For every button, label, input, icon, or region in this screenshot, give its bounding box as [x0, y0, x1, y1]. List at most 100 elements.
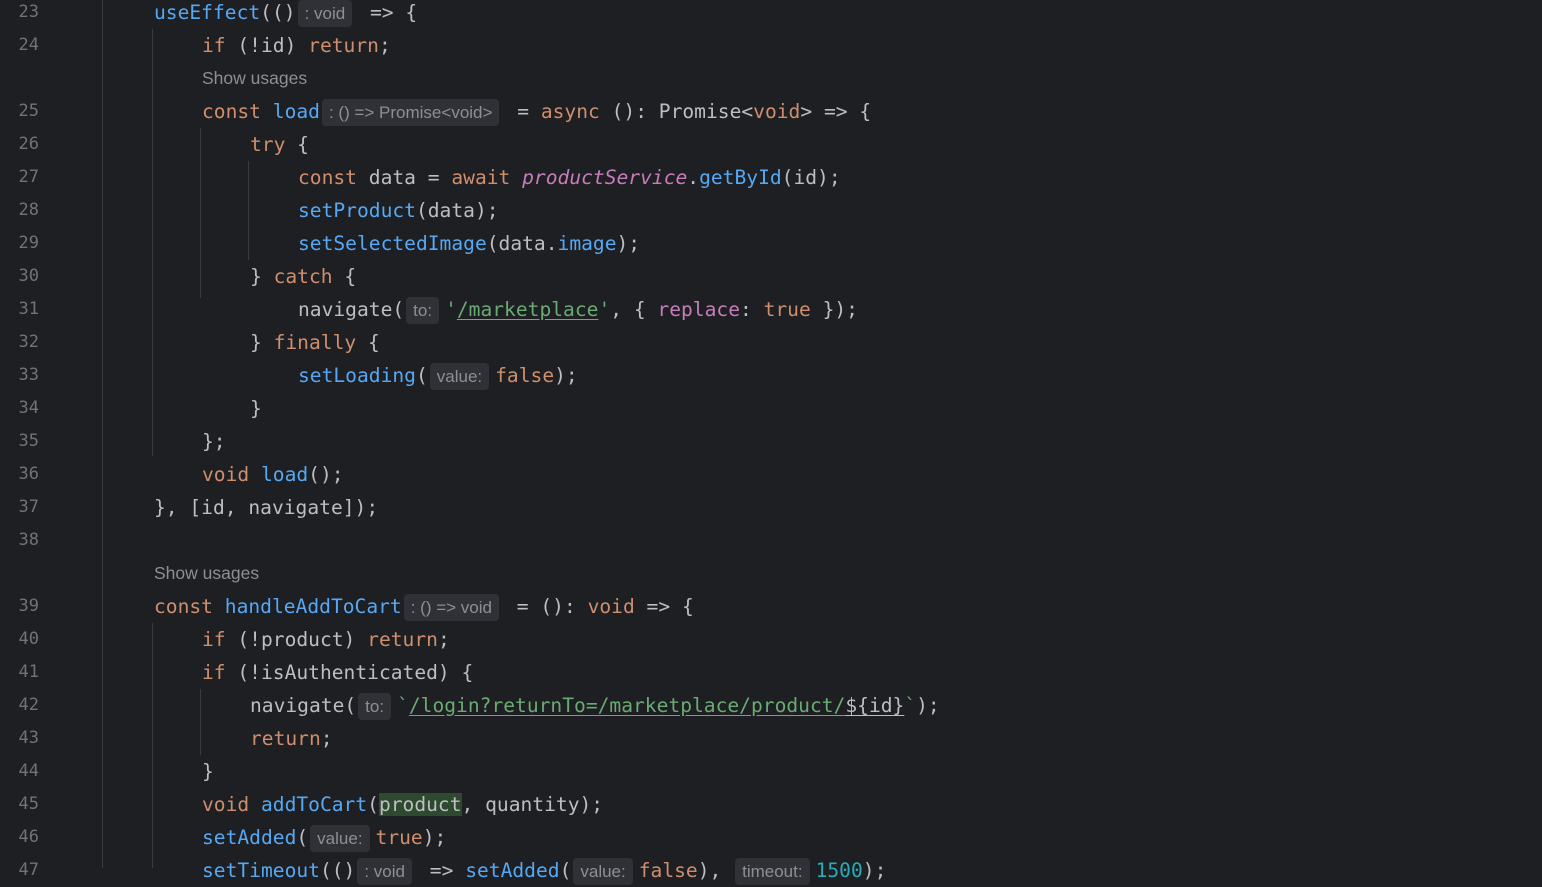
code-text: try {	[250, 128, 309, 161]
code-token: const	[298, 166, 357, 189]
inlay-hint: value:	[310, 825, 370, 852]
code-line[interactable]: 42 navigate(to: `/login?returnTo=/marketpl…	[0, 689, 1542, 722]
code-token: setSelectedImage	[298, 232, 487, 255]
code-line[interactable]: 40 if (!product) return;	[0, 623, 1542, 656]
code-token: replace	[657, 298, 740, 321]
code-token: =	[505, 100, 541, 123]
code-token: (): Promise<	[599, 100, 754, 123]
code-line[interactable]: 29 setSelectedImage(data.image);	[0, 227, 1542, 260]
code-token: void	[202, 793, 250, 816]
indent-guide	[152, 29, 153, 456]
line-number: 45	[18, 794, 39, 814]
code-editor[interactable]: 23 useEffect((): void => {24 if (!id) retu…	[0, 0, 1542, 885]
indent-guide	[248, 161, 249, 260]
code-text: const load: () => Promise<void> = async …	[202, 95, 871, 128]
code-token: handleAddToCart	[224, 595, 402, 618]
inlay-hint: : () => Promise<void>	[321, 99, 500, 126]
code-text: navigate(to: '/marketplace', { replace: t…	[298, 293, 858, 326]
code-line[interactable]: 43 return;	[0, 722, 1542, 755]
code-token: => {	[358, 1, 418, 24]
code-line[interactable]: 26 try {	[0, 128, 1542, 161]
code-text: setLoading(value: false);	[298, 359, 578, 392]
code-line[interactable]: 45 void addToCart(product, quantity);	[0, 788, 1542, 821]
code-token: load	[272, 100, 320, 123]
code-token: navigate(	[298, 298, 405, 321]
line-number: 23	[18, 2, 39, 22]
code-line[interactable]: 44}	[0, 755, 1542, 788]
code-token: load	[260, 463, 309, 486]
code-token: false	[638, 859, 698, 882]
code-line[interactable]: 37}, [id, navigate]);	[0, 491, 1542, 524]
indent-guide	[152, 623, 153, 868]
code-text: setSelectedImage(data.image);	[298, 227, 640, 260]
code-text: const data = await productService.getByI…	[298, 161, 841, 194]
code-line[interactable]: 32} finally {	[0, 326, 1542, 359]
line-number: 37	[18, 497, 39, 517]
code-line[interactable]: 30} catch {	[0, 260, 1542, 293]
code-token: (data);	[415, 199, 499, 222]
code-text: setTimeout((): void => setAdded(value: fa…	[202, 854, 886, 887]
code-token: (!product)	[225, 628, 368, 651]
line-number: 41	[18, 662, 39, 682]
code-line[interactable]: 38	[0, 524, 1542, 557]
code-token: ${	[845, 694, 869, 717]
code-token: {	[332, 265, 357, 288]
code-token: setLoading	[298, 364, 416, 387]
code-token: (id);	[781, 166, 841, 189]
code-text: }	[202, 755, 214, 788]
code-line[interactable]: 39 const handleAddToCart: () => void = ()…	[0, 590, 1542, 623]
code-line[interactable]: 28 setProduct(data);	[0, 194, 1542, 227]
code-line[interactable]: 41 if (!isAuthenticated) {	[0, 656, 1542, 689]
code-token: setAdded	[202, 826, 297, 849]
code-line[interactable]: 35};	[0, 425, 1542, 458]
code-line[interactable]: 46 setAdded(value: true);	[0, 821, 1542, 854]
code-token: (	[559, 859, 572, 882]
show-usages-link[interactable]: Show usages	[202, 62, 307, 95]
show-usages-link[interactable]: Show usages	[154, 557, 259, 590]
code-token: 1500	[815, 859, 863, 882]
inlay-hint: value:	[429, 363, 490, 390]
code-token: await	[451, 166, 511, 189]
code-token: {	[356, 331, 380, 354]
code-token: );	[862, 859, 887, 882]
code-token: );	[916, 694, 940, 717]
code-token: (	[296, 826, 309, 849]
code-line[interactable]: 33 setLoading(value: false);	[0, 359, 1542, 392]
code-line[interactable]: 27 const data = await productService.getB…	[0, 161, 1542, 194]
code-token: /login?returnTo=/marketplace/product/	[408, 694, 846, 717]
line-number: 46	[18, 827, 39, 847]
code-line[interactable]: 23 useEffect((): void => {	[0, 0, 1542, 29]
code-line[interactable]: 25 const load: () => Promise<void> = asyn…	[0, 95, 1542, 128]
code-token: '	[445, 298, 457, 321]
line-number: 40	[18, 629, 39, 649]
code-token: (data.	[486, 232, 558, 255]
code-token: catch	[273, 265, 333, 288]
code-token: true	[375, 826, 423, 849]
inlay-hint: : () => void	[403, 594, 499, 621]
code-token: ;	[320, 727, 333, 750]
code-token: void	[202, 463, 250, 486]
line-number: 25	[18, 101, 39, 121]
code-text: }	[250, 392, 262, 425]
line-number: 39	[18, 596, 39, 616]
code-token: id	[868, 694, 893, 717]
code-line[interactable]: 47 setTimeout((): void => setAdded(value:…	[0, 854, 1542, 887]
code-token: product	[378, 793, 462, 816]
inlay-hint: timeout:	[735, 858, 810, 885]
code-line[interactable]: 31 navigate(to: '/marketplace', { replace:…	[0, 293, 1542, 326]
inlay-hint: : void	[297, 0, 353, 27]
code-token: if	[202, 34, 226, 57]
code-token: });	[810, 298, 858, 321]
line-number: 47	[18, 860, 39, 880]
code-line[interactable]: 36 void load();	[0, 458, 1542, 491]
code-token: if	[202, 628, 226, 651]
code-line[interactable]: 34}	[0, 392, 1542, 425]
code-token: '	[598, 298, 611, 321]
code-token: );	[616, 232, 641, 255]
line-number: 30	[18, 266, 39, 286]
code-line[interactable]: 24 if (!id) return;	[0, 29, 1542, 62]
code-token: false	[495, 364, 555, 387]
